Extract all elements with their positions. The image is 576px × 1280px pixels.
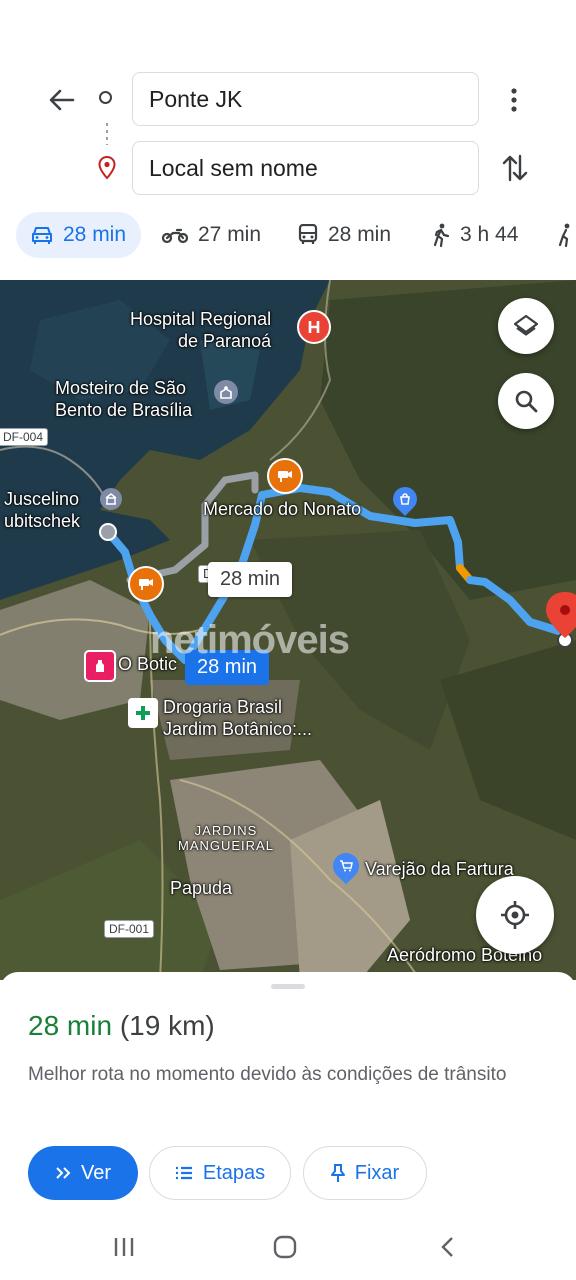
pin-button-label: Fixar: [354, 1161, 400, 1184]
my-location-button[interactable]: [476, 876, 554, 954]
map-view[interactable]: Hospital Regional de Paranoá Mosteiro de…: [0, 280, 576, 980]
nav-back-button[interactable]: [427, 1232, 467, 1262]
mode-motorcycle[interactable]: 27 min: [162, 212, 261, 258]
church-icon[interactable]: [214, 380, 238, 404]
hospital-icon[interactable]: [297, 310, 331, 344]
list-icon: [175, 1166, 192, 1180]
mode-motorcycle-time: 27 min: [198, 223, 262, 246]
church-glyph: [220, 386, 232, 399]
landmark-icon[interactable]: [100, 488, 122, 510]
landmark-glyph: [105, 493, 117, 505]
cross-glyph: [136, 706, 150, 720]
road-shield-df004: DF-004: [0, 428, 49, 446]
pushpin-icon: [330, 1164, 345, 1182]
walk-icon: [433, 223, 450, 247]
route-description: Melhor rota no momento devido às condiçõ…: [28, 1064, 507, 1085]
route-dots-icon: [106, 123, 108, 145]
system-navigation-bar: [0, 1212, 576, 1280]
destination-pin-icon: [98, 156, 116, 180]
destination-field[interactable]: Local sem nome: [132, 141, 479, 195]
bus-icon: [298, 224, 318, 244]
mode-walk-time: 3 h 44: [460, 223, 519, 246]
cart-glyph: [340, 860, 353, 872]
mode-car-time: 28 min: [63, 223, 127, 246]
label-monastery[interactable]: Mosteiro de São Bento de Brasília: [55, 377, 192, 421]
view-button[interactable]: Ver: [28, 1146, 138, 1200]
alt-route-time-bubble[interactable]: 28 min: [208, 562, 293, 597]
directions-header: Ponte JK Local sem nome 28 min 27 min 28…: [0, 0, 576, 280]
hospital-h-glyph: [308, 321, 320, 333]
search-icon: [515, 390, 538, 413]
origin-field[interactable]: Ponte JK: [132, 72, 479, 126]
origin-circle-icon: [99, 91, 112, 104]
watermark-text: netimóveis: [150, 618, 350, 662]
home-icon: [273, 1235, 297, 1259]
steps-button-label: Etapas: [202, 1161, 266, 1184]
layers-button[interactable]: [498, 298, 554, 354]
label-jardins: JARDINS MANGUEIRAL: [178, 823, 274, 853]
swap-button[interactable]: [498, 150, 532, 186]
recent-apps-button[interactable]: [104, 1232, 144, 1262]
motorcycle-icon: [162, 228, 188, 244]
pin-button[interactable]: Fixar: [303, 1146, 427, 1200]
steps-button[interactable]: Etapas: [149, 1146, 291, 1200]
crosshair-icon: [501, 901, 529, 929]
chevron-left-icon: [441, 1237, 453, 1257]
label-varejao[interactable]: Varejão da Fartura: [365, 858, 514, 880]
more-options-button[interactable]: [500, 82, 528, 118]
camera-glyph: [278, 471, 292, 482]
car-icon: [32, 227, 52, 244]
person-icon: [558, 223, 570, 247]
home-button[interactable]: [265, 1232, 305, 1262]
route-summary: 28 min (19 km): [28, 1010, 215, 1042]
mode-transit[interactable]: 28 min: [298, 212, 391, 258]
mode-car[interactable]: 28 min: [16, 212, 142, 258]
route-distance: (19 km): [119, 1010, 215, 1041]
speed-camera-icon[interactable]: [128, 566, 164, 602]
travel-modes: 28 min 27 min 28 min 3 h 44: [0, 212, 576, 258]
route-time: 28 min: [28, 1010, 113, 1041]
store-icon[interactable]: [84, 650, 116, 682]
road-shield-df001: DF-001: [104, 920, 155, 938]
bottle-glyph: [96, 660, 104, 672]
mode-walk[interactable]: 3 h 44: [432, 212, 518, 258]
camera-glyph: [139, 579, 153, 590]
more-vert-icon: [511, 88, 517, 112]
search-map-button[interactable]: [498, 373, 554, 429]
label-juscelino[interactable]: Juscelino ubitschek: [4, 488, 80, 532]
speed-camera-icon[interactable]: [267, 458, 303, 494]
double-chevron-icon: [56, 1167, 71, 1179]
label-boticario[interactable]: O Botic: [118, 653, 177, 675]
label-papuda[interactable]: Papuda: [170, 877, 232, 899]
swap-vert-icon: [502, 154, 528, 182]
recents-icon: [114, 1238, 134, 1256]
route-summary-sheet: 28 min (19 km) Melhor rota no momento de…: [0, 972, 576, 1212]
view-button-label: Ver: [80, 1161, 112, 1184]
back-button[interactable]: [44, 82, 80, 118]
layers-icon: [513, 314, 539, 336]
arrow-left-icon: [49, 89, 75, 111]
label-market[interactable]: Mercado do Nonato: [203, 498, 361, 520]
label-drogaria[interactable]: Drogaria Brasil Jardim Botânico:...: [163, 696, 312, 740]
mode-transit-time: 28 min: [328, 223, 392, 246]
label-hospital[interactable]: Hospital Regional de Paranoá: [130, 308, 271, 352]
drag-handle[interactable]: [271, 984, 305, 989]
mode-more[interactable]: [557, 212, 576, 258]
bag-glyph: [400, 493, 410, 505]
pharmacy-icon[interactable]: [128, 698, 158, 728]
